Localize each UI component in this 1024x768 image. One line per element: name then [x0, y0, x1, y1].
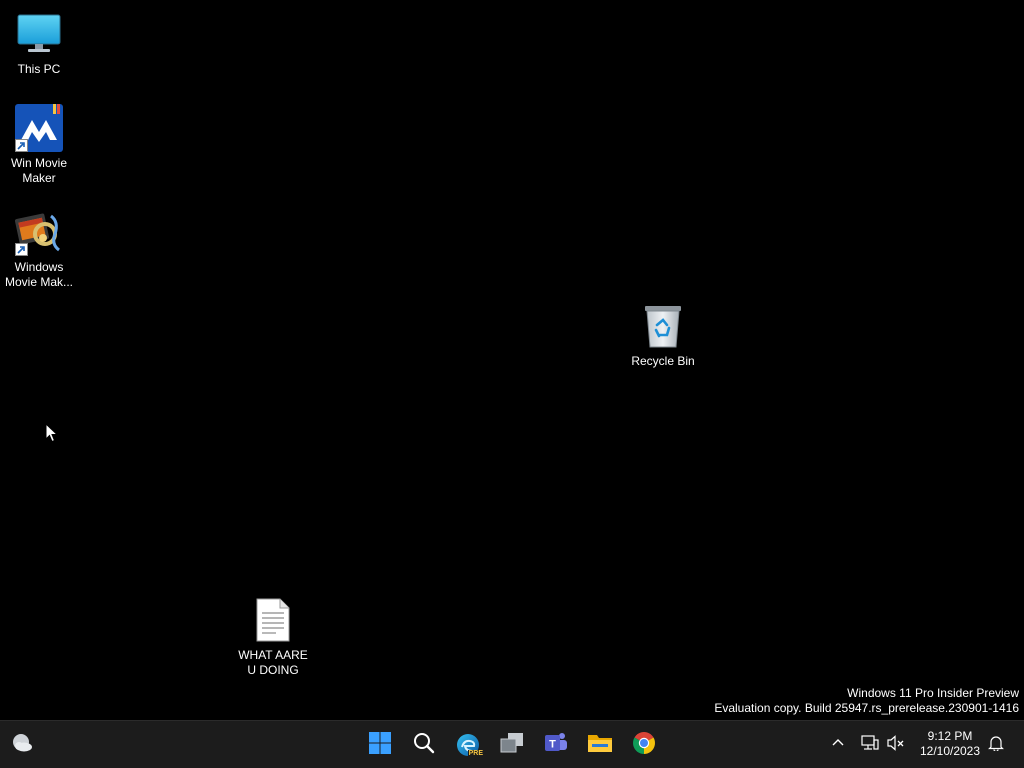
teams-button[interactable]: T	[540, 729, 572, 761]
desktop-icon-label: WHAT AARE U DOING	[238, 648, 308, 677]
watermark-line-1: Windows 11 Pro Insider Preview	[847, 686, 1019, 700]
teams-icon: T	[543, 730, 569, 761]
clock-date: 12/10/2023	[919, 744, 981, 758]
clock-time: 9:12 PM	[927, 729, 973, 743]
notifications-button[interactable]	[984, 733, 1008, 757]
file-explorer-button[interactable]	[584, 729, 616, 761]
shortcut-arrow-icon	[15, 243, 28, 256]
desktop-icon-label: This PC	[17, 62, 61, 76]
chevron-up-icon	[831, 736, 845, 755]
network-button[interactable]	[858, 733, 882, 757]
weather-widget-button[interactable]	[6, 729, 38, 761]
win-movie-maker-icon	[15, 104, 63, 152]
weather-widget-icon	[9, 730, 35, 761]
desktop-icon-text-file[interactable]: WHAT AARE U DOING	[234, 596, 312, 678]
start-button[interactable]	[364, 729, 396, 761]
desktop-icon-recycle-bin[interactable]: Recycle Bin	[624, 302, 702, 369]
desktop-icon-win-movie-maker[interactable]: Win Movie Maker	[0, 104, 78, 186]
start-icon	[368, 731, 392, 760]
desktop[interactable]: This PC Win Movie Maker Windows Movie Ma…	[0, 0, 1024, 720]
notification-bell-icon	[988, 735, 1004, 756]
volume-button[interactable]	[884, 733, 908, 757]
task-view-icon	[499, 730, 525, 761]
desktop-icon-label: Windows Movie Mak...	[4, 260, 73, 289]
watermark-line-2: Evaluation copy. Build 25947.rs_prerelea…	[714, 701, 1019, 715]
volume-muted-icon	[887, 734, 905, 756]
desktop-icon-windows-movie-maker[interactable]: Windows Movie Mak...	[0, 208, 78, 290]
evaluation-watermark: Windows 11 Pro Insider Preview Evaluatio…	[714, 686, 1019, 716]
file-explorer-icon	[586, 730, 614, 761]
network-icon	[861, 734, 879, 756]
windows-movie-maker-icon	[15, 208, 63, 256]
chrome-button[interactable]	[628, 729, 660, 761]
show-hidden-icons-button[interactable]	[826, 733, 850, 757]
mouse-cursor-icon	[45, 422, 59, 443]
taskbar: PRE T 9:12 PM 12/10/2023	[0, 720, 1024, 768]
shortcut-arrow-icon	[15, 139, 28, 152]
desktop-icon-this-pc[interactable]: This PC	[0, 10, 78, 77]
search-button[interactable]	[408, 729, 440, 761]
text-document-icon	[249, 596, 297, 644]
system-clock[interactable]: 9:12 PM 12/10/2023	[912, 729, 988, 759]
edge-button[interactable]: PRE	[452, 729, 484, 761]
task-view-button[interactable]	[496, 729, 528, 761]
edge-badge: PRE	[467, 750, 484, 758]
desktop-icon-label: Recycle Bin	[631, 354, 695, 368]
edge-icon: PRE	[455, 732, 484, 758]
desktop-icon-label: Win Movie Maker	[10, 156, 67, 185]
svg-text:T: T	[549, 738, 556, 750]
chrome-icon	[631, 730, 657, 761]
search-icon	[412, 731, 436, 760]
monitor-icon	[15, 10, 63, 58]
recycle-bin-icon	[639, 302, 687, 350]
